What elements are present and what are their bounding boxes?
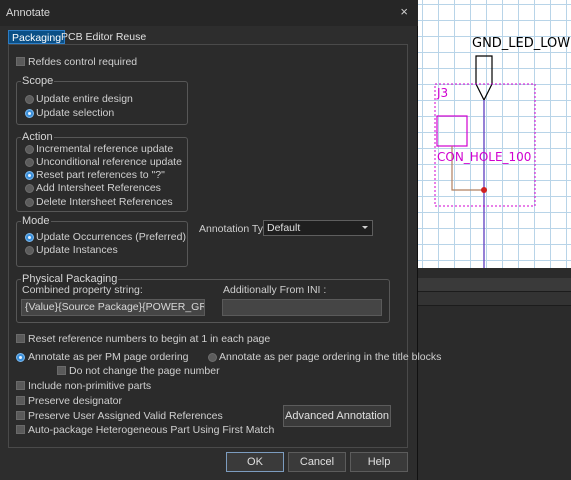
mode-update-occurrences-radio[interactable] — [25, 233, 34, 242]
title-block-ordering-label: Annotate as per page ordering in the tit… — [219, 351, 442, 363]
preserve-designator-label: Preserve designator — [28, 395, 122, 407]
action-delete-intersheet-radio[interactable] — [25, 198, 34, 207]
action-incremental-radio[interactable] — [25, 145, 34, 154]
schematic-canvas[interactable]: GND_LED_LOW J3 CON_HOLE_100 — [418, 0, 571, 268]
include-non-primitive-checkbox[interactable] — [16, 381, 25, 390]
canvas-toolbar-strip — [418, 278, 571, 292]
mode-update-instances-radio[interactable] — [25, 246, 34, 255]
scope-update-entire-design-label: Update entire design — [36, 93, 133, 105]
preserve-user-refs-label: Preserve User Assigned Valid References — [28, 410, 223, 422]
annotation-type-select[interactable]: Default — [263, 220, 373, 236]
advanced-annotation-button[interactable]: Advanced Annotation — [283, 405, 391, 427]
ok-button[interactable]: OK — [226, 452, 284, 472]
combined-property-label: Combined property string: — [22, 284, 143, 296]
canvas-toolbar-strip-2 — [418, 292, 571, 306]
close-icon[interactable]: × — [400, 4, 408, 19]
reset-numbers-label: Reset reference numbers to begin at 1 in… — [28, 333, 271, 345]
pm-page-ordering-radio[interactable] — [16, 353, 25, 362]
preserve-designator-checkbox[interactable] — [16, 396, 25, 405]
action-delete-intersheet-label: Delete Intersheet References — [36, 196, 173, 208]
chevron-down-icon — [362, 226, 368, 229]
refdes-control-checkbox[interactable] — [16, 57, 25, 66]
refdes-control-label: Refdes control required — [28, 56, 138, 68]
tab-pcb-editor-reuse[interactable]: PCB Editor Reuse — [58, 30, 149, 44]
offpage-connector-symbol — [475, 55, 493, 102]
reset-numbers-checkbox[interactable] — [16, 334, 25, 343]
action-add-intersheet-radio[interactable] — [25, 184, 34, 193]
action-incremental-label: Incremental reference update — [36, 143, 174, 155]
canvas-lower-panel — [418, 268, 571, 480]
include-non-primitive-label: Include non-primitive parts — [28, 380, 152, 392]
auto-package-checkbox[interactable] — [16, 425, 25, 434]
additional-ini-label: Additionally From INI : — [223, 284, 327, 296]
title-block-ordering-radio[interactable] — [208, 353, 217, 362]
auto-package-label: Auto-package Heterogeneous Part Using Fi… — [28, 424, 275, 436]
action-reset-references-label: Reset part references to "?" — [36, 169, 165, 181]
component-body — [436, 115, 468, 147]
scope-update-selection-label: Update selection — [36, 107, 115, 119]
scope-update-entire-design-radio[interactable] — [25, 95, 34, 104]
dialog-title: Annotate — [6, 7, 51, 19]
annotate-dialog: Annotate × Packaging PCB Editor Reuse Re… — [0, 0, 441, 480]
help-button[interactable]: Help — [350, 452, 408, 472]
net-name-label: GND_LED_LOW — [472, 36, 571, 51]
action-reset-references-radio[interactable] — [25, 171, 34, 180]
action-group-title: Action — [21, 131, 54, 143]
mode-group-title: Mode — [21, 215, 51, 227]
no-change-page-number-label: Do not change the page number — [69, 365, 220, 377]
scope-update-selection-radio[interactable] — [25, 109, 34, 118]
action-unconditional-radio[interactable] — [25, 158, 34, 167]
part-refdes-label: J3 — [437, 86, 449, 100]
preserve-user-refs-checkbox[interactable] — [16, 411, 25, 420]
no-change-page-number-checkbox[interactable] — [57, 366, 66, 375]
junction-dot — [481, 187, 487, 193]
mode-update-occurrences-label: Update Occurrences (Preferred) — [36, 231, 186, 243]
action-unconditional-label: Unconditional reference update — [36, 156, 182, 168]
action-add-intersheet-label: Add Intersheet References — [36, 182, 161, 194]
tab-packaging[interactable]: Packaging — [8, 30, 66, 44]
annotation-type-value: Default — [267, 222, 301, 234]
dialog-titlebar[interactable]: Annotate × — [0, 0, 418, 26]
pm-page-ordering-label: Annotate as per PM page ordering — [28, 351, 189, 363]
mode-update-instances-label: Update Instances — [36, 244, 118, 256]
additional-ini-field[interactable] — [222, 299, 382, 316]
combined-property-field[interactable]: {Value}{Source Package}{POWER_GROUP} — [21, 299, 205, 316]
part-value-label: CON_HOLE_100 — [437, 150, 532, 164]
cancel-button[interactable]: Cancel — [288, 452, 346, 472]
scope-group-title: Scope — [21, 75, 55, 87]
